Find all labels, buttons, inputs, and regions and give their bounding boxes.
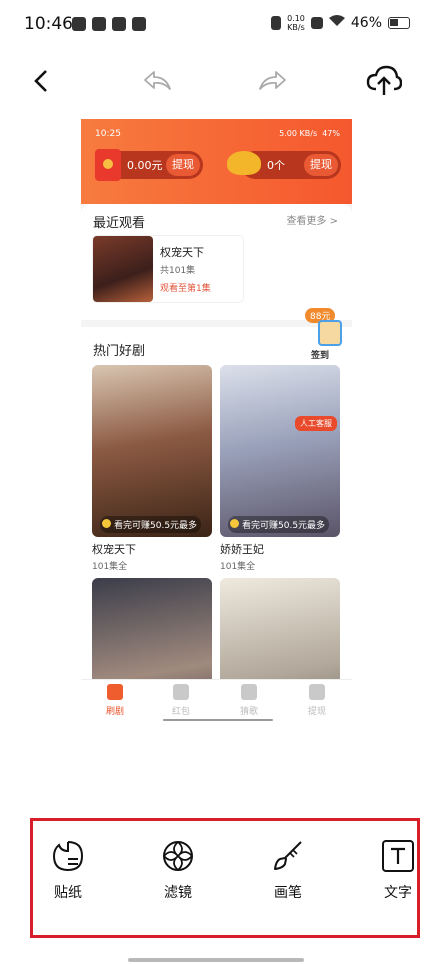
text-icon xyxy=(380,838,416,874)
customer-service-badge: 人工客服 xyxy=(295,416,337,431)
app-notification-icon xyxy=(92,17,106,31)
redpacket-icon xyxy=(173,684,189,700)
filter-tool-label: 滤镜 xyxy=(164,885,192,901)
recent-item-title: 权宠天下 xyxy=(160,246,204,259)
music-icon xyxy=(241,684,257,700)
filter-tool-button[interactable]: 滤镜 xyxy=(143,822,213,902)
tiktok-icon xyxy=(132,17,146,31)
calendar-icon xyxy=(318,320,342,346)
redo-button[interactable] xyxy=(254,63,290,99)
filter-icon xyxy=(160,838,196,874)
drama-poster: 看完可赚50.5元最多 xyxy=(220,365,340,537)
earn-badge: 看完可赚50.5元最多 xyxy=(100,516,202,533)
cash-balance: 0.00元 提现 xyxy=(95,149,203,181)
nav-item-redpacket: 红包 xyxy=(151,684,211,717)
mail-icon xyxy=(72,17,86,31)
status-bar: 10:46 0.10 KB/s 46% xyxy=(0,0,432,50)
hot-title: 热门好剧 xyxy=(93,344,146,359)
drama-episodes: 101集全 xyxy=(220,562,256,572)
drama-poster: 看完可赚50.5元最多 xyxy=(92,365,212,537)
preview-status-right: 5.00 KB/s 47% xyxy=(279,129,340,138)
money-bag-icon xyxy=(309,684,325,700)
recent-title: 最近观看 xyxy=(93,216,146,231)
battery-icon xyxy=(388,17,410,29)
recent-item-progress: 观看至第1集 xyxy=(160,284,211,294)
drama-title: 权宠天下 xyxy=(92,543,136,556)
play-icon xyxy=(107,684,123,700)
see-more-link: 查看更多 > xyxy=(286,216,338,227)
undo-icon xyxy=(144,71,171,90)
sticker-tool-label: 贴纸 xyxy=(54,885,82,901)
battery-text: 46% xyxy=(350,15,382,31)
sticker-tool-button[interactable]: 贴纸 xyxy=(33,822,103,902)
cloud-upload-icon xyxy=(366,65,402,95)
preview-bottom-nav: 刷剧 红包 猜歌 提现 xyxy=(81,679,352,723)
redo-icon xyxy=(259,71,286,90)
text-tool-label: 文字 xyxy=(384,885,412,901)
drama-card: 看完可赚50.5元最多 权宠天下 101集全 xyxy=(92,365,212,572)
recent-thumbnail xyxy=(93,236,153,302)
text-tool-button[interactable]: 文字 xyxy=(363,822,432,902)
cash-withdraw-button: 提现 xyxy=(166,154,200,176)
preview-home-indicator xyxy=(163,719,273,721)
save-upload-button[interactable] xyxy=(366,63,402,99)
notification-icons xyxy=(72,17,146,31)
sticker-icon xyxy=(50,838,86,874)
earn-badge: 看完可赚50.5元最多 xyxy=(228,516,330,533)
brush-tool-label: 画笔 xyxy=(274,885,302,901)
coin-balance: 0个 提现 xyxy=(227,151,341,179)
network-speed: 0.10 KB/s xyxy=(287,14,305,32)
gold-ingot-icon xyxy=(227,151,261,175)
no-sim-icon xyxy=(310,17,323,29)
wifi-icon xyxy=(328,15,345,31)
back-button[interactable] xyxy=(24,63,60,99)
status-indicators: 0.10 KB/s 46% xyxy=(271,14,410,32)
drama-title: 娇娇王妃 xyxy=(220,543,264,556)
drama-card: 看完可赚50.5元最多 娇娇王妃 101集全 xyxy=(220,365,340,572)
screenshot-preview[interactable]: 10:25 5.00 KB/s 47% 0.00元 提现 0个 提现 最近观看 … xyxy=(81,119,352,723)
recent-item: 权宠天下 共101集 观看至第1集 xyxy=(93,236,243,302)
undo-button[interactable] xyxy=(140,63,176,99)
bank-icon xyxy=(112,17,126,31)
back-arrow-icon xyxy=(34,70,47,92)
nav-item-guess-song: 猜歌 xyxy=(219,684,279,717)
vibrate-icon xyxy=(271,16,282,30)
red-packet-icon xyxy=(95,149,121,181)
signin-widget: 88元 签到 xyxy=(305,308,347,362)
brush-tool-button[interactable]: 画笔 xyxy=(253,822,323,902)
signin-label: 签到 xyxy=(311,351,330,361)
brush-icon xyxy=(270,838,306,874)
preview-status-time: 10:25 xyxy=(95,129,121,139)
editor-toolbar xyxy=(0,55,432,105)
drama-episodes: 101集全 xyxy=(92,562,128,572)
coin-withdraw-button: 提现 xyxy=(304,154,338,176)
preview-header: 10:25 5.00 KB/s 47% 0.00元 提现 0个 提现 xyxy=(81,119,352,204)
status-time: 10:46 xyxy=(24,14,73,34)
recent-item-episodes: 共101集 xyxy=(160,266,196,276)
home-indicator[interactable] xyxy=(128,958,304,962)
nav-item-drama: 刷剧 xyxy=(85,684,145,717)
nav-item-withdraw: 提现 xyxy=(287,684,347,717)
